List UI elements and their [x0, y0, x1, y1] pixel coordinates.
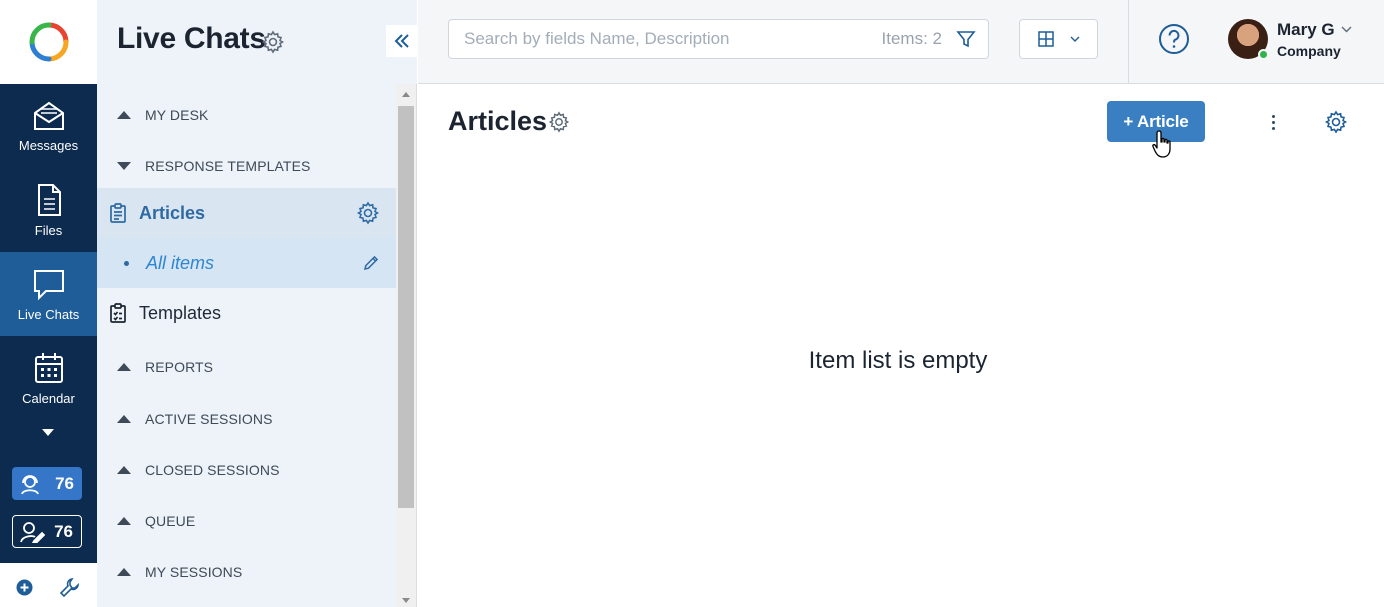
- nav-scrollbar[interactable]: [396, 84, 416, 607]
- caret-up-icon: [117, 110, 131, 119]
- double-chevron-left-icon: [394, 34, 409, 48]
- nav-page-label: Templates: [139, 302, 222, 323]
- help-icon[interactable]: [1158, 23, 1190, 55]
- chevron-down-icon: [1341, 26, 1352, 33]
- user-company: Company: [1277, 42, 1341, 59]
- nav-panel: Live Chats MY DESK RESPONSE TEMPLATES Ar…: [97, 0, 417, 607]
- bullet-dot: [124, 260, 129, 266]
- nav-sub-label: All items: [146, 252, 215, 273]
- gear-icon[interactable]: [1324, 110, 1348, 134]
- caret-up-icon: [117, 465, 131, 474]
- rail-item-label: Files: [34, 222, 63, 238]
- caret-up-icon: [117, 362, 131, 371]
- nav-section-label: CLOSED SESSIONS: [145, 461, 280, 478]
- nav-title: Live Chats: [117, 22, 266, 55]
- rail-item-live-chats[interactable]: Live Chats: [0, 252, 97, 336]
- rail-item-files[interactable]: Files: [0, 168, 97, 252]
- more-options-icon[interactable]: [1263, 110, 1283, 134]
- user-name: Mary G: [1277, 19, 1335, 39]
- nav-section-label: ACTIVE SESSIONS: [145, 410, 273, 427]
- search-input[interactable]: [464, 29, 882, 49]
- rail-footer: [0, 563, 97, 607]
- scroll-up-arrow-icon[interactable]: [402, 92, 410, 97]
- rail-item-calendar[interactable]: Calendar: [0, 336, 97, 420]
- gear-icon[interactable]: [261, 30, 285, 54]
- nav-header: Live Chats: [97, 0, 417, 84]
- nav-section-response-templates[interactable]: RESPONSE TEMPLATES: [97, 140, 396, 191]
- items-count: Items: 2: [881, 29, 942, 48]
- calendar-icon: [34, 352, 63, 383]
- rail-item-messages[interactable]: Messages: [0, 84, 97, 168]
- nav-page-label: Articles: [139, 202, 206, 223]
- gear-icon[interactable]: [548, 111, 570, 133]
- caret-up-icon: [117, 567, 131, 576]
- chevron-down-icon: [1070, 36, 1079, 42]
- nav-section-label: QUEUE: [145, 512, 196, 529]
- wrench-icon[interactable]: [59, 577, 80, 598]
- view-mode-button[interactable]: [1019, 19, 1098, 59]
- nav-section-label: MY SESSIONS: [145, 563, 243, 580]
- online-status-dot: [1258, 49, 1269, 60]
- chat-bubble-icon: [33, 269, 64, 300]
- page-title: Articles: [448, 106, 548, 136]
- grid-view-icon: [1037, 31, 1054, 47]
- nav-page-templates[interactable]: Templates: [97, 288, 396, 338]
- app-rail: Messages Files Live Chats Calendar 76 76: [0, 0, 97, 607]
- chevron-down-icon[interactable]: [40, 426, 56, 438]
- nav-sub-all-items[interactable]: All items: [97, 238, 396, 288]
- caret-up-icon: [117, 516, 131, 525]
- rail-item-label: Calendar: [22, 390, 75, 406]
- main-content: Articles + Article Item list is empty: [418, 85, 1384, 607]
- filter-icon[interactable]: [956, 29, 976, 49]
- user-name-row: Mary G: [1277, 20, 1352, 40]
- empty-state-message: Item list is empty: [808, 347, 988, 374]
- nav-section-label: RESPONSE TEMPLATES: [145, 157, 311, 174]
- hand-cursor-icon: [1152, 130, 1171, 158]
- user-menu[interactable]: Mary G Company: [1228, 19, 1352, 60]
- scroll-thumb[interactable]: [398, 106, 414, 508]
- top-bar: Items: 2 Mary G Company: [418, 0, 1384, 84]
- operator-headset-icon: [21, 474, 39, 494]
- nav-section-my-desk[interactable]: MY DESK: [97, 89, 396, 140]
- gear-icon[interactable]: [356, 201, 380, 225]
- caret-up-icon: [117, 414, 131, 423]
- operator-badge-count: 76: [55, 473, 74, 493]
- topbar-divider: [1128, 0, 1129, 84]
- app-logo-icon: [29, 22, 68, 62]
- user-edit-icon: [20, 521, 46, 543]
- operator-badge[interactable]: 76: [12, 467, 82, 500]
- file-icon: [37, 183, 61, 216]
- app-logo[interactable]: [0, 0, 97, 84]
- nav-section-label: REPORTS: [145, 358, 214, 375]
- envelope-icon: [33, 101, 64, 130]
- nav-section-label: MY DESK: [145, 106, 209, 123]
- add-circle-icon[interactable]: [16, 579, 33, 596]
- avatar: [1228, 19, 1269, 60]
- nav-section-my-sessions[interactable]: MY SESSIONS: [97, 546, 396, 597]
- collapse-panel-button[interactable]: [386, 25, 417, 57]
- rail-item-label: Messages: [18, 137, 79, 153]
- nav-section-closed-sessions[interactable]: CLOSED SESSIONS: [97, 444, 396, 495]
- clipboard-list-icon: [110, 203, 126, 223]
- nav-section-active-sessions[interactable]: ACTIVE SESSIONS: [97, 393, 396, 444]
- clipboard-check-icon: [110, 303, 126, 323]
- nav-page-articles[interactable]: Articles: [97, 188, 396, 238]
- pencil-icon[interactable]: [362, 254, 380, 272]
- rail-item-label: Live Chats: [17, 306, 80, 322]
- nav-section-reports[interactable]: REPORTS: [97, 341, 396, 392]
- search-box: Items: 2: [448, 19, 989, 59]
- user-edit-badge-count: 76: [54, 521, 73, 541]
- scroll-down-arrow-icon[interactable]: [402, 598, 410, 603]
- nav-section-queue[interactable]: QUEUE: [97, 495, 396, 546]
- user-edit-badge[interactable]: 76: [12, 515, 82, 548]
- caret-down-icon: [117, 161, 131, 170]
- user-info: Mary G Company: [1277, 20, 1352, 59]
